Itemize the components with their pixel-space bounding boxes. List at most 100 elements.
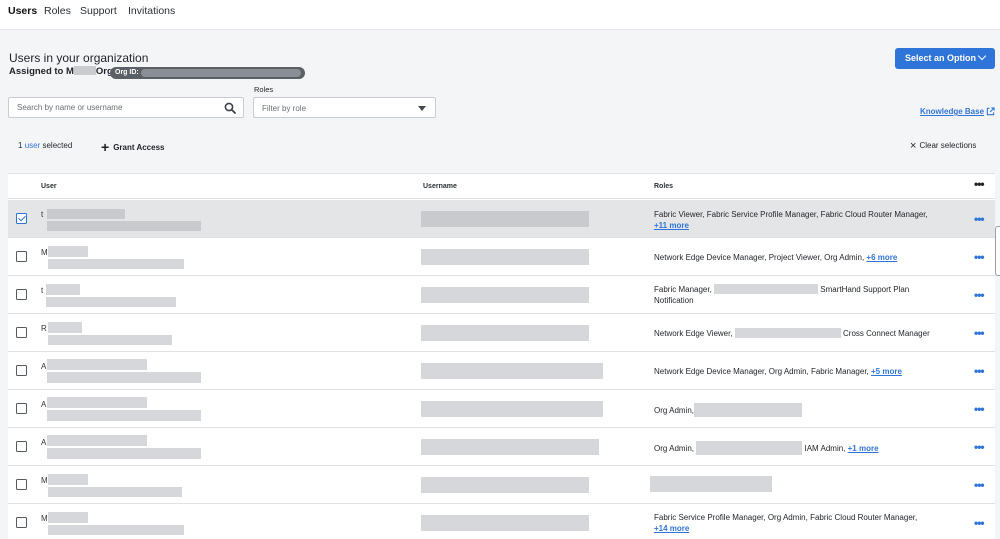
row-checkbox[interactable]: [16, 403, 27, 414]
search-icon[interactable]: [224, 102, 236, 114]
redacted-user-name: [47, 397, 147, 408]
row-checkbox[interactable]: [16, 479, 27, 490]
roles-filter-label: Roles: [254, 85, 274, 94]
redacted-user-email: [47, 372, 201, 383]
redacted-username: [421, 249, 589, 265]
plus-icon: +: [101, 139, 110, 155]
row-more-icon[interactable]: •••: [974, 364, 985, 378]
user-name-initial: t: [41, 286, 44, 295]
roles-cell: Network Edge Viewer, Cross Connect Manag…: [654, 328, 930, 339]
row-checkbox[interactable]: [16, 213, 27, 224]
roles-cell: Fabric Service Profile Manager, Org Admi…: [654, 512, 917, 534]
user-name-initial: A: [41, 438, 47, 447]
table-row[interactable]: R Network Edge Viewer, Cross Connect Man…: [8, 314, 995, 352]
roles-filter-select[interactable]: Filter by role: [253, 97, 436, 118]
tab-users[interactable]: Users: [8, 5, 37, 17]
table-row[interactable]: M Fabric Service Profile Manager, Org Ad…: [8, 504, 995, 539]
assigned-prefix: Assigned to M: [9, 66, 74, 77]
knowledge-base-link[interactable]: Knowledge Base: [920, 107, 984, 116]
redacted-username: [421, 287, 589, 303]
roles-cell: Fabric Manager, SmartHand Support Plan N…: [654, 284, 909, 306]
roles-cell: Fabric Viewer, Fabric Service Profile Ma…: [654, 209, 928, 231]
table-row[interactable]: M •••: [8, 466, 995, 504]
column-header-roles[interactable]: Roles: [654, 183, 673, 190]
roles-list-b: Cross Connect Manager: [843, 329, 930, 338]
caret-down-icon: [418, 106, 426, 111]
more-roles-link[interactable]: +6 more: [866, 253, 897, 262]
column-header-user[interactable]: User: [41, 183, 57, 190]
row-more-icon[interactable]: •••: [974, 288, 985, 302]
table-row[interactable]: t Fabric Manager, SmartHand Support Plan…: [8, 276, 995, 314]
selection-number: 1: [18, 141, 23, 150]
select-option-button[interactable]: Select an Option: [895, 48, 995, 69]
table-row[interactable]: t Fabric Viewer, Fabric Service Profile …: [8, 200, 995, 238]
user-name-initial: t: [41, 210, 44, 219]
roles-cell: Org Admin,: [654, 403, 803, 417]
user-name-initial: M: [41, 248, 48, 257]
row-more-icon[interactable]: •••: [974, 440, 985, 454]
search-field[interactable]: [8, 97, 244, 118]
tab-roles[interactable]: Roles: [44, 5, 71, 17]
more-roles-link[interactable]: +14 more: [654, 524, 689, 533]
row-more-icon[interactable]: •••: [974, 326, 985, 340]
search-input[interactable]: [9, 98, 219, 117]
roles-list-b: IAM Admin,: [804, 444, 846, 453]
select-option-label: Select an Option: [905, 53, 977, 63]
redacted-user-email: [47, 448, 201, 459]
page-title: Users in your organization: [9, 51, 149, 65]
grant-access-button[interactable]: + Grant Access: [101, 139, 164, 155]
redacted-user-email: [47, 410, 201, 421]
tab-support[interactable]: Support: [80, 5, 117, 17]
redacted-role: [694, 403, 803, 417]
user-name-initial: M: [41, 514, 48, 523]
user-name-initial: A: [41, 400, 47, 409]
clear-selections-button[interactable]: × Clear selections: [910, 140, 976, 152]
redacted-user-email: [47, 221, 201, 231]
roles-cell: Network Edge Device Manager, Org Admin, …: [654, 366, 902, 377]
redacted-user-name: [48, 322, 82, 333]
external-link-icon[interactable]: [986, 107, 995, 116]
users-table: User Username Roles ••• t Fabric Viewer,…: [8, 173, 995, 539]
more-roles-link[interactable]: +5 more: [871, 367, 902, 376]
row-more-icon[interactable]: •••: [974, 212, 985, 226]
redacted-username: [421, 363, 603, 379]
redacted-user-name: [48, 246, 88, 257]
roles-list-a: Fabric Manager,: [654, 285, 712, 294]
redacted-org-name: [73, 66, 96, 75]
selection-noun[interactable]: user: [25, 141, 41, 150]
grant-access-label: Grant Access: [113, 143, 165, 152]
roles-list: Fabric Viewer, Fabric Service Profile Ma…: [654, 210, 928, 219]
redacted-user-email: [48, 335, 172, 345]
redacted-user-email: [46, 297, 176, 307]
table-row[interactable]: A Org Admin, •••: [8, 390, 995, 428]
row-checkbox[interactable]: [16, 517, 27, 528]
table-row[interactable]: A Org Admin, IAM Admin, +1 more •••: [8, 428, 995, 466]
row-checkbox[interactable]: [16, 365, 27, 376]
user-name-initial: M: [41, 476, 48, 485]
row-more-icon[interactable]: •••: [974, 402, 985, 416]
redacted-username: [421, 325, 589, 341]
user-name-initial: A: [41, 362, 47, 371]
column-header-username[interactable]: Username: [423, 183, 457, 190]
more-roles-link[interactable]: +11 more: [654, 221, 689, 230]
row-checkbox[interactable]: [16, 441, 27, 452]
roles-cell: Org Admin, IAM Admin, +1 more: [654, 441, 879, 455]
more-roles-link[interactable]: +1 more: [848, 444, 879, 453]
tab-invitations[interactable]: Invitations: [128, 5, 175, 17]
row-more-icon[interactable]: •••: [974, 478, 985, 492]
row-checkbox[interactable]: [16, 289, 27, 300]
redacted-user-email: [48, 259, 184, 269]
redacted-role: [734, 328, 841, 338]
scrollbar-handle[interactable]: [995, 226, 1000, 276]
table-row[interactable]: M Network Edge Device Manager, Project V…: [8, 238, 995, 276]
org-id-label: Org ID:: [115, 69, 139, 76]
roles-list: Fabric Service Profile Manager, Org Admi…: [654, 513, 918, 522]
row-more-icon[interactable]: •••: [974, 516, 985, 530]
row-checkbox[interactable]: [16, 251, 27, 262]
row-checkbox[interactable]: [16, 327, 27, 338]
more-horizontal-icon[interactable]: •••: [974, 177, 985, 191]
table-row[interactable]: A Network Edge Device Manager, Org Admin…: [8, 352, 995, 390]
row-more-icon[interactable]: •••: [974, 250, 985, 264]
redacted-username: [421, 515, 589, 531]
redacted-user-name: [47, 359, 147, 370]
